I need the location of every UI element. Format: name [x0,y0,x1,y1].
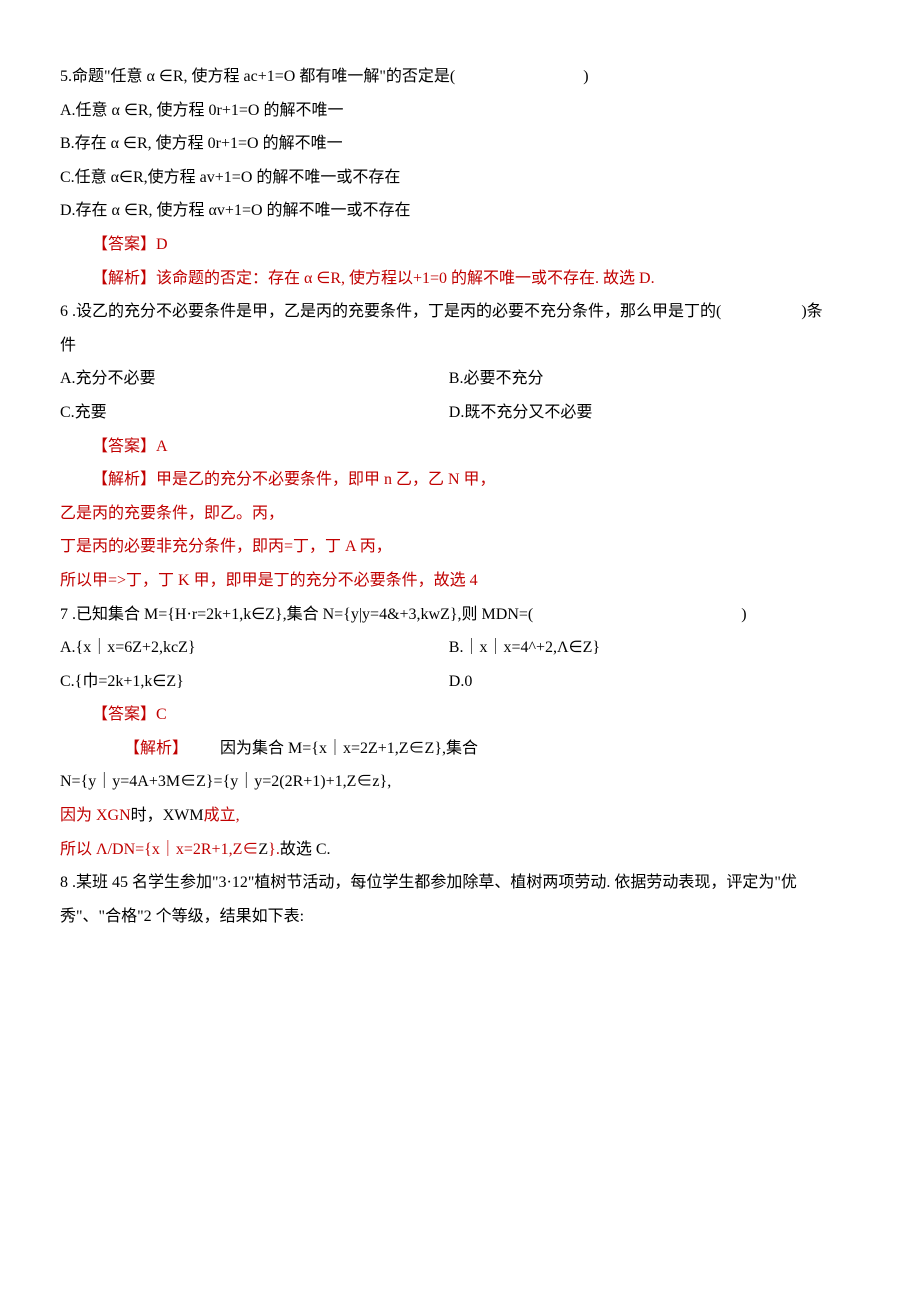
q6-answer: 【答案】A [60,430,870,464]
q6-stem-line2: 件 [60,329,870,363]
q7-explanation-1: 【解析】因为集合 M={x｜x=2Z+1,Z∈Z},集合 [60,732,870,766]
q7-exp1-label: 【解析】 [92,732,188,766]
q7-answer: 【答案】C [60,698,870,732]
q5-option-b: B.存在 α ∈R, 使方程 0r+1=O 的解不唯一 [60,127,870,161]
q6-option-a: A.充分不必要 [60,362,449,396]
q6-explanation-2: 乙是丙的充要条件，即乙。丙， [60,497,870,531]
q7-option-a: A.{x｜x=6Z+2,kcZ} [60,631,449,665]
q7-explanation-4: 所以 Λ/DN={x｜x=2R+1,Z∈Z}. 故选 C. [60,833,870,867]
q7-exp3-a: 因为 XGN [60,799,131,833]
q5-option-d: D.存在 α ∈R, 使方程 αv+1=O 的解不唯一或不存在 [60,194,870,228]
q5-stem: 5.命题"任意 α ∈R, 使方程 ac+1=O 都有唯一解"的否定是( ) [60,60,870,94]
q7-stem: 7 .已知集合 M={H·r=2k+1,k∈Z},集合 N={y|y=4&+3,… [60,598,870,632]
q7-exp4-c: }. [268,833,280,867]
q7-options-row2: C.{巾=2k+1,k∈Z} D.0 [60,665,870,699]
q7-explanation-3: 因为 XGN 时，XWM 成立, [60,799,870,833]
q6-option-c: C.充要 [60,396,449,430]
q6-explanation-3: 丁是丙的必要非充分条件，即丙=丁，丁 A 丙， [60,530,870,564]
q7-exp3-b: 时， [131,799,163,833]
q7-exp4-a: 所以 Λ/DN={x｜x=2R+1,Z∈ [60,833,258,867]
q7-exp4-b: Z [258,833,268,867]
q7-option-b: B.｜x｜x=4^+2,Λ∈Z} [449,631,870,665]
q8-line2: 秀"、"合格"2 个等级，结果如下表: [60,900,870,934]
q6-option-b: B.必要不充分 [449,362,870,396]
q7-option-c: C.{巾=2k+1,k∈Z} [60,665,449,699]
q7-exp1-text: 因为集合 M={x｜x=2Z+1,Z∈Z},集合 [188,732,478,766]
q7-exp4-d: 故选 C. [280,833,331,867]
q5-option-c: C.任意 α∈R,使方程 av+1=O 的解不唯一或不存在 [60,161,870,195]
q6-options-row2: C.充要 D.既不充分又不必要 [60,396,870,430]
q6-stem-line1: 6 .设乙的充分不必要条件是甲，乙是丙的充要条件，丁是丙的必要不充分条件，那么甲… [60,295,870,329]
q7-exp3-d: 成立, [204,799,240,833]
q7-explanation-2: N={y｜y=4A+3M∈Z}={y｜y=2(2R+1)+1,Z∈z}, [60,765,870,799]
q5-answer: 【答案】D [60,228,870,262]
q5-option-a: A.任意 α ∈R, 使方程 0r+1=O 的解不唯一 [60,94,870,128]
q8-line1: 8 .某班 45 名学生参加"3·12"植树节活动，每位学生都参加除草、植树两项… [60,866,870,900]
q7-options-row1: A.{x｜x=6Z+2,kcZ} B.｜x｜x=4^+2,Λ∈Z} [60,631,870,665]
q6-options-row1: A.充分不必要 B.必要不充分 [60,362,870,396]
q6-option-d: D.既不充分又不必要 [449,396,870,430]
q7-option-d: D.0 [449,665,870,699]
q6-explanation-4: 所以甲=>丁，丁 K 甲，即甲是丁的充分不必要条件，故选 4 [60,564,870,598]
q6-explanation-1: 【解析】甲是乙的充分不必要条件，即甲 n 乙，乙 N 甲， [60,463,870,497]
q5-explanation: 【解析】该命题的否定：存在 α ∈R, 使方程以+1=0 的解不唯一或不存在. … [60,262,870,296]
q7-exp3-c: XWM [163,799,204,833]
